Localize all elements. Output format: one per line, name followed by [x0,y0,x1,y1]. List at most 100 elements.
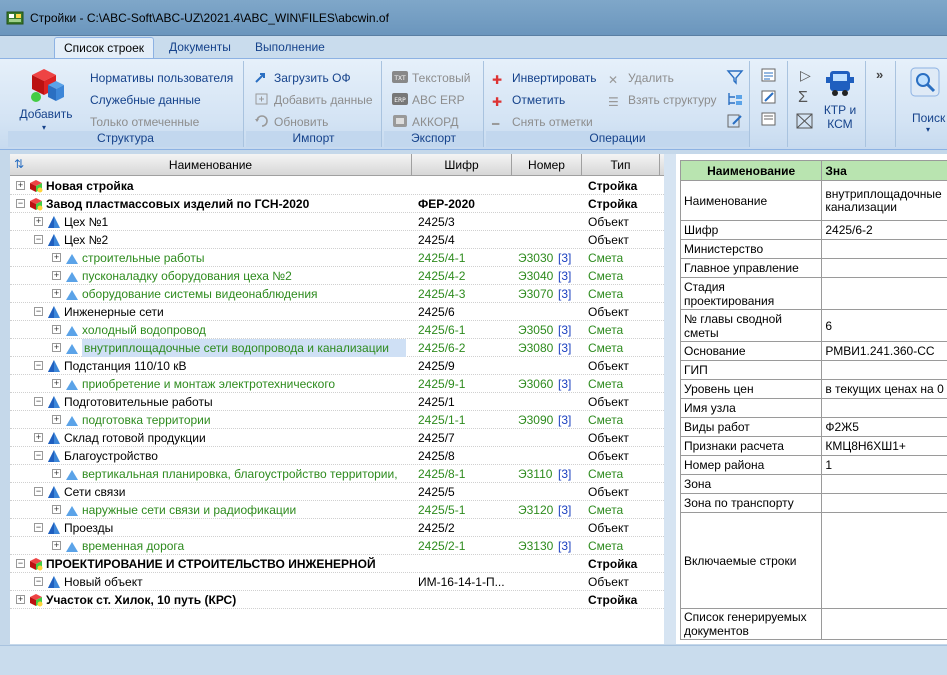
expand-icon[interactable]: + [52,343,61,352]
table-row[interactable]: − Цех №2 2425/4 Объект [10,231,664,249]
property-row[interactable]: Список генерируемых документов [679,608,947,640]
property-value[interactable] [821,512,947,609]
col-code-header[interactable]: Шифр [412,154,512,176]
collapse-icon[interactable]: − [16,559,25,568]
table-row[interactable]: + Цех №1 2425/3 Объект [10,213,664,231]
table-row[interactable]: − Благоустройство 2425/8 Объект [10,447,664,465]
collapse-icon[interactable]: − [34,235,43,244]
property-value[interactable]: внутриплощадочные канализации [821,180,947,221]
table-row[interactable]: + строительные работы 2425/4-1 Э3030 [3] Смет… [10,249,664,267]
col-number-header[interactable]: Номер [512,154,582,176]
take-structure-button[interactable]: ☰ Взять структуру [608,91,717,109]
expand-icon[interactable]: + [52,469,61,478]
refresh-button[interactable]: Обновить [254,113,328,131]
col-type-header[interactable]: Тип [582,154,660,176]
search-button[interactable]: Поиск ▾ [906,65,947,134]
export-text-button[interactable]: TXT Текстовый [392,69,470,87]
expand-icon[interactable]: + [34,217,43,226]
table-row[interactable]: − Сети связи 2425/5 Объект [10,483,664,501]
unmark-button[interactable]: ━ Снять отметки [492,113,593,131]
invert-button[interactable]: ✚ Инвертировать [492,69,597,87]
user-norms-button[interactable]: Нормативы пользователя [90,69,233,87]
filter-icon[interactable] [726,69,744,85]
table-row[interactable]: − Подготовительные работы 2425/1 Объект [10,393,664,411]
col-name-header[interactable]: Наименование [10,154,412,176]
expand-icon[interactable]: + [52,541,61,550]
edit-doc-icon[interactable] [726,113,744,129]
property-value[interactable]: в текущих ценах на 0 [821,379,947,399]
property-value[interactable] [821,474,947,494]
property-value[interactable] [821,360,947,380]
table-row[interactable]: + подготовка территории 2425/1-1 Э3090 [3] См… [10,411,664,429]
expand-icon[interactable]: + [52,415,61,424]
pane-splitter[interactable] [664,154,676,644]
property-row[interactable]: Признаки расчета КМЦ8Н6ХШ1+ [679,436,947,456]
collapse-icon[interactable]: − [34,307,43,316]
ktr-ksm-button[interactable]: КТР и КСМ [818,67,862,131]
property-value[interactable]: КМЦ8Н6ХШ1+ [821,436,947,456]
export-erp-button[interactable]: ERP ABC ERP [392,91,465,109]
expand-icon[interactable]: + [52,289,61,298]
property-value[interactable] [821,277,947,310]
only-marked-button[interactable]: Только отмеченные [90,113,199,131]
add-button[interactable]: Добавить ▾ [14,65,78,132]
property-row[interactable]: Имя узла [679,398,947,418]
property-row[interactable]: Зона по транспорту [679,493,947,513]
property-value[interactable] [821,239,947,259]
property-value[interactable]: РМВИ1.241.360-СС [821,341,947,361]
table-row[interactable]: + Новая стройка Стройка [10,177,664,195]
tab-documents[interactable]: Документы [160,37,240,58]
property-row[interactable]: Виды работ Ф2Ж5 [679,417,947,437]
double-chevron-right-icon[interactable]: » [876,67,883,82]
property-row[interactable]: Наименование внутриплощадочные канализаци… [679,180,947,221]
table-row[interactable]: + наружные сети связи и радиофикации 2425/… [10,501,664,519]
table-row[interactable]: − ПРОЕКТИРОВАНИЕ И СТРОИТЕЛЬСТВО ИНЖЕНЕРН… [10,555,664,573]
export-akkord-button[interactable]: АККОРД [392,113,459,131]
tab-execution[interactable]: Выполнение [246,37,334,58]
collapse-icon[interactable]: − [34,451,43,460]
table-row[interactable]: − Новый объект ИМ-16-14-1-П... Объект [10,573,664,591]
property-row[interactable]: Главное управление [679,258,947,278]
tree-icon[interactable] [726,91,744,107]
property-value[interactable] [821,493,947,513]
collapse-icon[interactable]: − [16,199,25,208]
property-row[interactable]: Стадия проектирования [679,277,947,310]
expand-icon[interactable]: + [34,433,43,442]
table-row[interactable]: + приобретение и монтаж электротехническо… [10,375,664,393]
expand-icon[interactable]: + [52,325,61,334]
expand-icon[interactable]: + [52,253,61,262]
mark-button[interactable]: ✚ Отметить [492,91,565,109]
property-row[interactable]: Основание РМВИ1.241.360-СС [679,341,947,361]
table-row[interactable]: + Участок ст. Хилок, 10 путь (КРС) Стройка [10,591,664,609]
property-row[interactable]: Уровень цен в текущих ценах на 0 [679,379,947,399]
table-row[interactable]: + холодный водопровод 2425/6-1 Э3050 [3] Смет… [10,321,664,339]
table-row[interactable]: − Инженерные сети 2425/6 Объект [10,303,664,321]
table-row[interactable]: + временная дорога 2425/2-1 Э3130 [3] Смета [10,537,664,555]
property-row[interactable]: Министерство [679,239,947,259]
edit-icon[interactable] [760,89,778,105]
property-value[interactable]: 2425/6-2 [821,220,947,240]
table-row[interactable]: + оборудование системы видеонаблюдения 242… [10,285,664,303]
table-row[interactable]: + вертикальная планировка, благоустройств… [10,465,664,483]
property-row[interactable]: № главы сводной сметы 6 [679,309,947,342]
property-row[interactable]: Номер района 1 [679,455,947,475]
property-row[interactable]: Шифр 2425/6-2 [679,220,947,240]
property-value[interactable] [821,608,947,640]
grid-x-icon[interactable] [796,113,814,129]
table-row[interactable]: + внутриплощадочные сети водопровода и ка… [10,339,664,357]
property-value[interactable]: 6 [821,309,947,342]
expand-icon[interactable]: + [52,505,61,514]
expand-icon[interactable]: + [16,181,25,190]
table-row[interactable]: + пусконаладку оборудования цеха №2 2425/4… [10,267,664,285]
property-value[interactable]: Ф2Ж5 [821,417,947,437]
add-data-button[interactable]: Добавить данные [254,91,373,109]
collapse-icon[interactable]: − [34,523,43,532]
tab-projects-list[interactable]: Список строек [54,37,155,58]
table-row[interactable]: − Подстанция 110/10 кВ 2425/9 Объект [10,357,664,375]
collapse-icon[interactable]: − [34,577,43,586]
collapse-icon[interactable]: − [34,361,43,370]
property-row[interactable]: Зона [679,474,947,494]
report-icon[interactable] [760,111,778,127]
expand-icon[interactable]: + [16,595,25,604]
delete-button[interactable]: ✕ Удалить [608,69,674,87]
